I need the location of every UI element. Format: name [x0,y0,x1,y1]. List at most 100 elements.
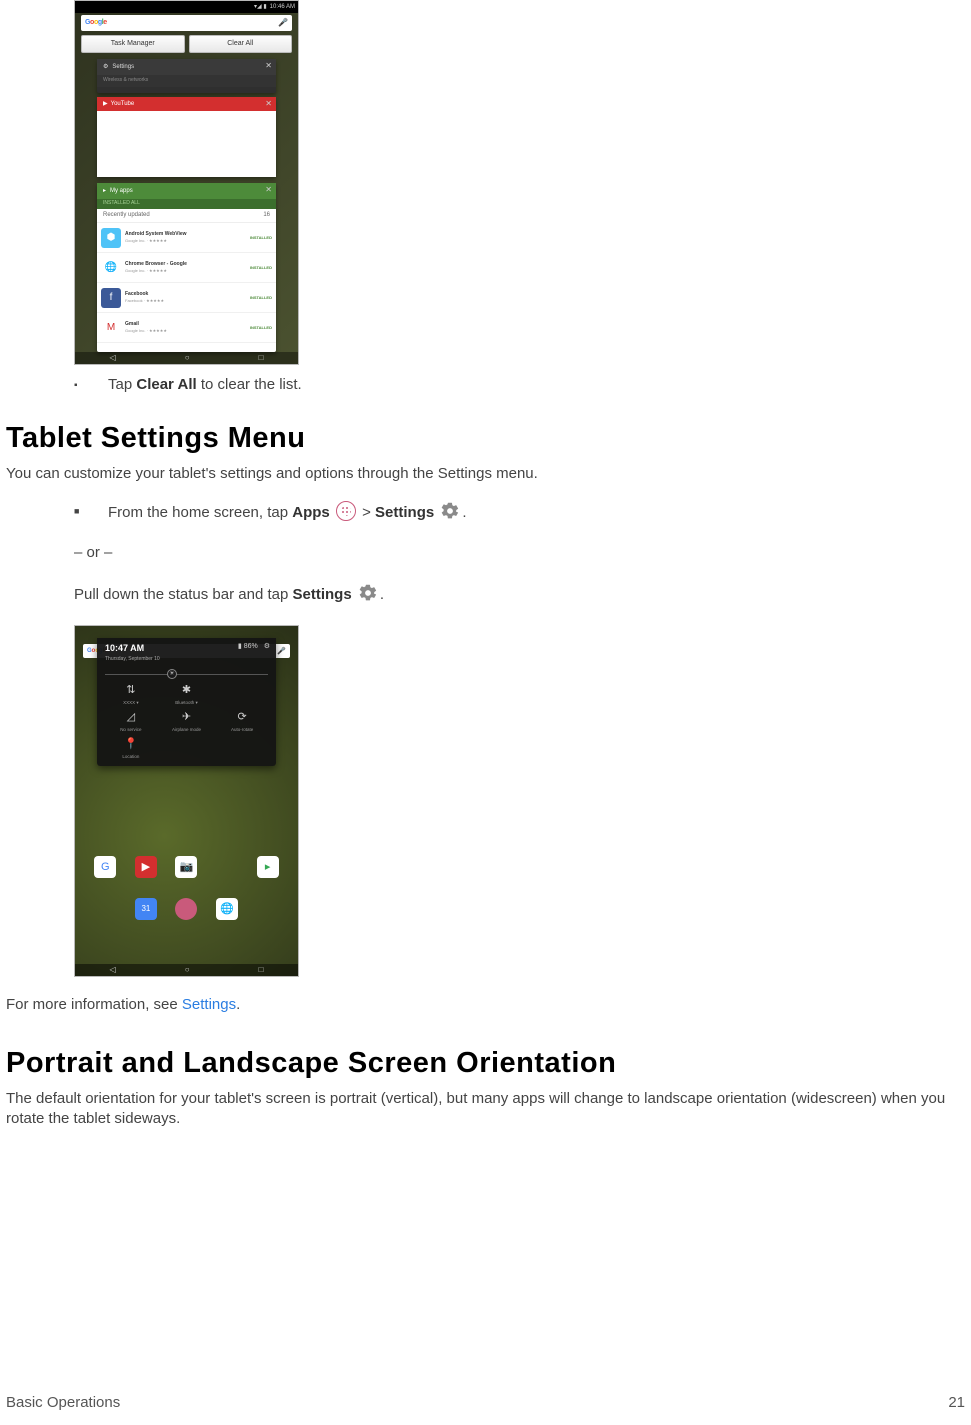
recent-icon[interactable]: □ [259,965,264,976]
airplane-icon: ✈ [182,710,191,725]
app-icon[interactable]: 📷 [175,856,197,878]
recent-card-settings[interactable]: ⚙ Settings ✕ Wireless & networks [97,59,276,93]
status-icons: ▾◢ ▮ [254,3,267,11]
settings-icon[interactable]: ⚙ [264,642,270,651]
home-row: 31 🌐 [75,898,298,920]
mic-icon[interactable]: 🎤 [278,18,288,29]
text: . [462,504,466,521]
status-time: 10:46 AM [270,3,295,11]
heading-tablet-settings: Tablet Settings Menu [6,419,965,458]
text: to clear the list. [197,376,302,393]
wifi-icon: ⇅ [126,683,135,698]
bullet-icon: ■ [74,505,84,517]
tile-empty [161,737,213,760]
text-bold: Settings [375,504,434,521]
clear-all-button[interactable]: Clear All [189,35,293,53]
app-icon[interactable]: ▸ [257,856,279,878]
list-item[interactable]: ⬢ Android System WebViewGoogle Inc. · ★★… [97,223,276,253]
text: Pull down the status bar and tap [74,586,292,603]
home-icon[interactable]: ○ [185,965,190,976]
list-item[interactable]: 🌐 Chrome Browser - GoogleGoogle Inc. · ★… [97,253,276,283]
status-bar: ▾◢ ▮ 10:46 AM [75,1,298,13]
youtube-icon: ▶ [103,100,108,108]
heading-orientation: Portrait and Landscape Screen Orientatio… [6,1044,965,1083]
app-icon: M [101,318,121,338]
gear-icon: ⚙ [103,63,108,71]
google-logo: Google [85,18,107,27]
bullet-clear-all: ▪ Tap Clear All to clear the list. [74,375,965,395]
text: From the home screen, tap [108,504,292,521]
tile-bluetooth[interactable]: ✱Bluetooth ▾ [161,683,213,706]
signal-icon: ◿ [127,710,135,725]
settings-icon [440,501,460,521]
app-icon: 🌐 [101,258,121,278]
tile-airplane[interactable]: ✈Airplane mode [161,710,213,733]
recent-card-myapps[interactable]: ▸My apps✕ INSTALLED ALL Recently updated… [97,183,276,352]
card-title: Settings [112,63,134,71]
nav-bar[interactable]: ◁ ○ □ [75,964,298,976]
screenshot-recent-apps: ▾◢ ▮ 10:46 AM Google 🎤 Task Manager Clea… [74,0,299,365]
text-bold: Apps [292,504,330,521]
text-bold: Clear All [136,376,196,393]
text: . [236,996,240,1013]
tile-signal[interactable]: ◿No service [105,710,157,733]
qs-date: Thursday, September 10 [105,656,268,663]
brightness-slider[interactable]: ☀ [105,674,268,675]
text-bold: Settings [292,586,351,603]
rotate-icon: ⟳ [238,710,247,725]
tile-empty [216,683,268,706]
recent-icon[interactable]: □ [259,353,264,364]
text: > [362,504,375,521]
more-info-line: For more information, see Settings. [6,995,965,1015]
pull-down-line: Pull down the status bar and tap Setting… [74,583,965,605]
close-icon[interactable]: ✕ [265,99,272,110]
close-icon[interactable]: ✕ [265,185,272,196]
back-icon[interactable]: ◁ [110,965,116,976]
qs-tiles: ⇅XXXX ▾ ✱Bluetooth ▾ ◿No service ✈Airpla… [105,683,268,760]
installed-label: INSTALLED [250,235,272,240]
mic-icon[interactable]: 🎤 [277,647,286,656]
or-divider: – or – [74,543,965,563]
screenshot-quick-settings: Google 🎤 10:47 AM Thursday, September 10… [74,625,299,977]
google-search-bar[interactable]: Google 🎤 [81,15,292,31]
bullet-icon: ▪ [74,379,84,393]
paragraph: The default orientation for your tablet'… [6,1089,965,1130]
quick-settings-panel[interactable]: 10:47 AM Thursday, September 10 ▮ 86% ⚙ … [97,638,276,766]
installed-label: INSTALLED [250,295,272,300]
tile-wifi[interactable]: ⇅XXXX ▾ [105,683,157,706]
apps-icon [336,501,356,521]
list-item[interactable]: f FacebookFacebook · ★★★★★ INSTALLED [97,283,276,313]
tile-location[interactable]: 📍Location [105,737,157,760]
tile-rotate[interactable]: ⟳Auto-rotate [216,710,268,733]
location-icon: 📍 [124,737,138,752]
footer-section: Basic Operations [6,1393,120,1413]
installed-label: INSTALLED [250,265,272,270]
text: . [380,586,384,603]
recent-card-youtube[interactable]: ▶YouTube ✕ [97,97,276,177]
nav-bar[interactable]: ◁ ○ □ [75,352,298,364]
text: Tap [108,376,136,393]
apps-icon[interactable] [175,898,197,920]
task-manager-button[interactable]: Task Manager [81,35,185,53]
app-icon[interactable]: ▶ [135,856,157,878]
text: For more information, see [6,996,182,1013]
card-subtitle: Wireless & networks [97,75,276,87]
settings-link[interactable]: Settings [182,996,236,1013]
card-title: YouTube [111,100,135,108]
close-icon[interactable]: ✕ [265,61,272,72]
tabs[interactable]: INSTALLED ALL [97,199,276,209]
settings-icon [358,583,378,603]
app-icon[interactable]: 🌐 [216,898,238,920]
app-icon: ⬢ [101,228,121,248]
battery-label: ▮ 86% [238,642,258,651]
app-icon[interactable]: G [94,856,116,878]
back-icon[interactable]: ◁ [110,353,116,364]
list-item[interactable]: M GmailGoogle Inc. · ★★★★★ INSTALLED [97,313,276,343]
paragraph: You can customize your tablet's settings… [6,464,965,484]
app-icon[interactable]: 31 [135,898,157,920]
footer-page-number: 21 [948,1393,965,1413]
tile-empty [216,737,268,760]
app-icon: f [101,288,121,308]
home-icon[interactable]: ○ [185,353,190,364]
app-icon [216,856,238,878]
